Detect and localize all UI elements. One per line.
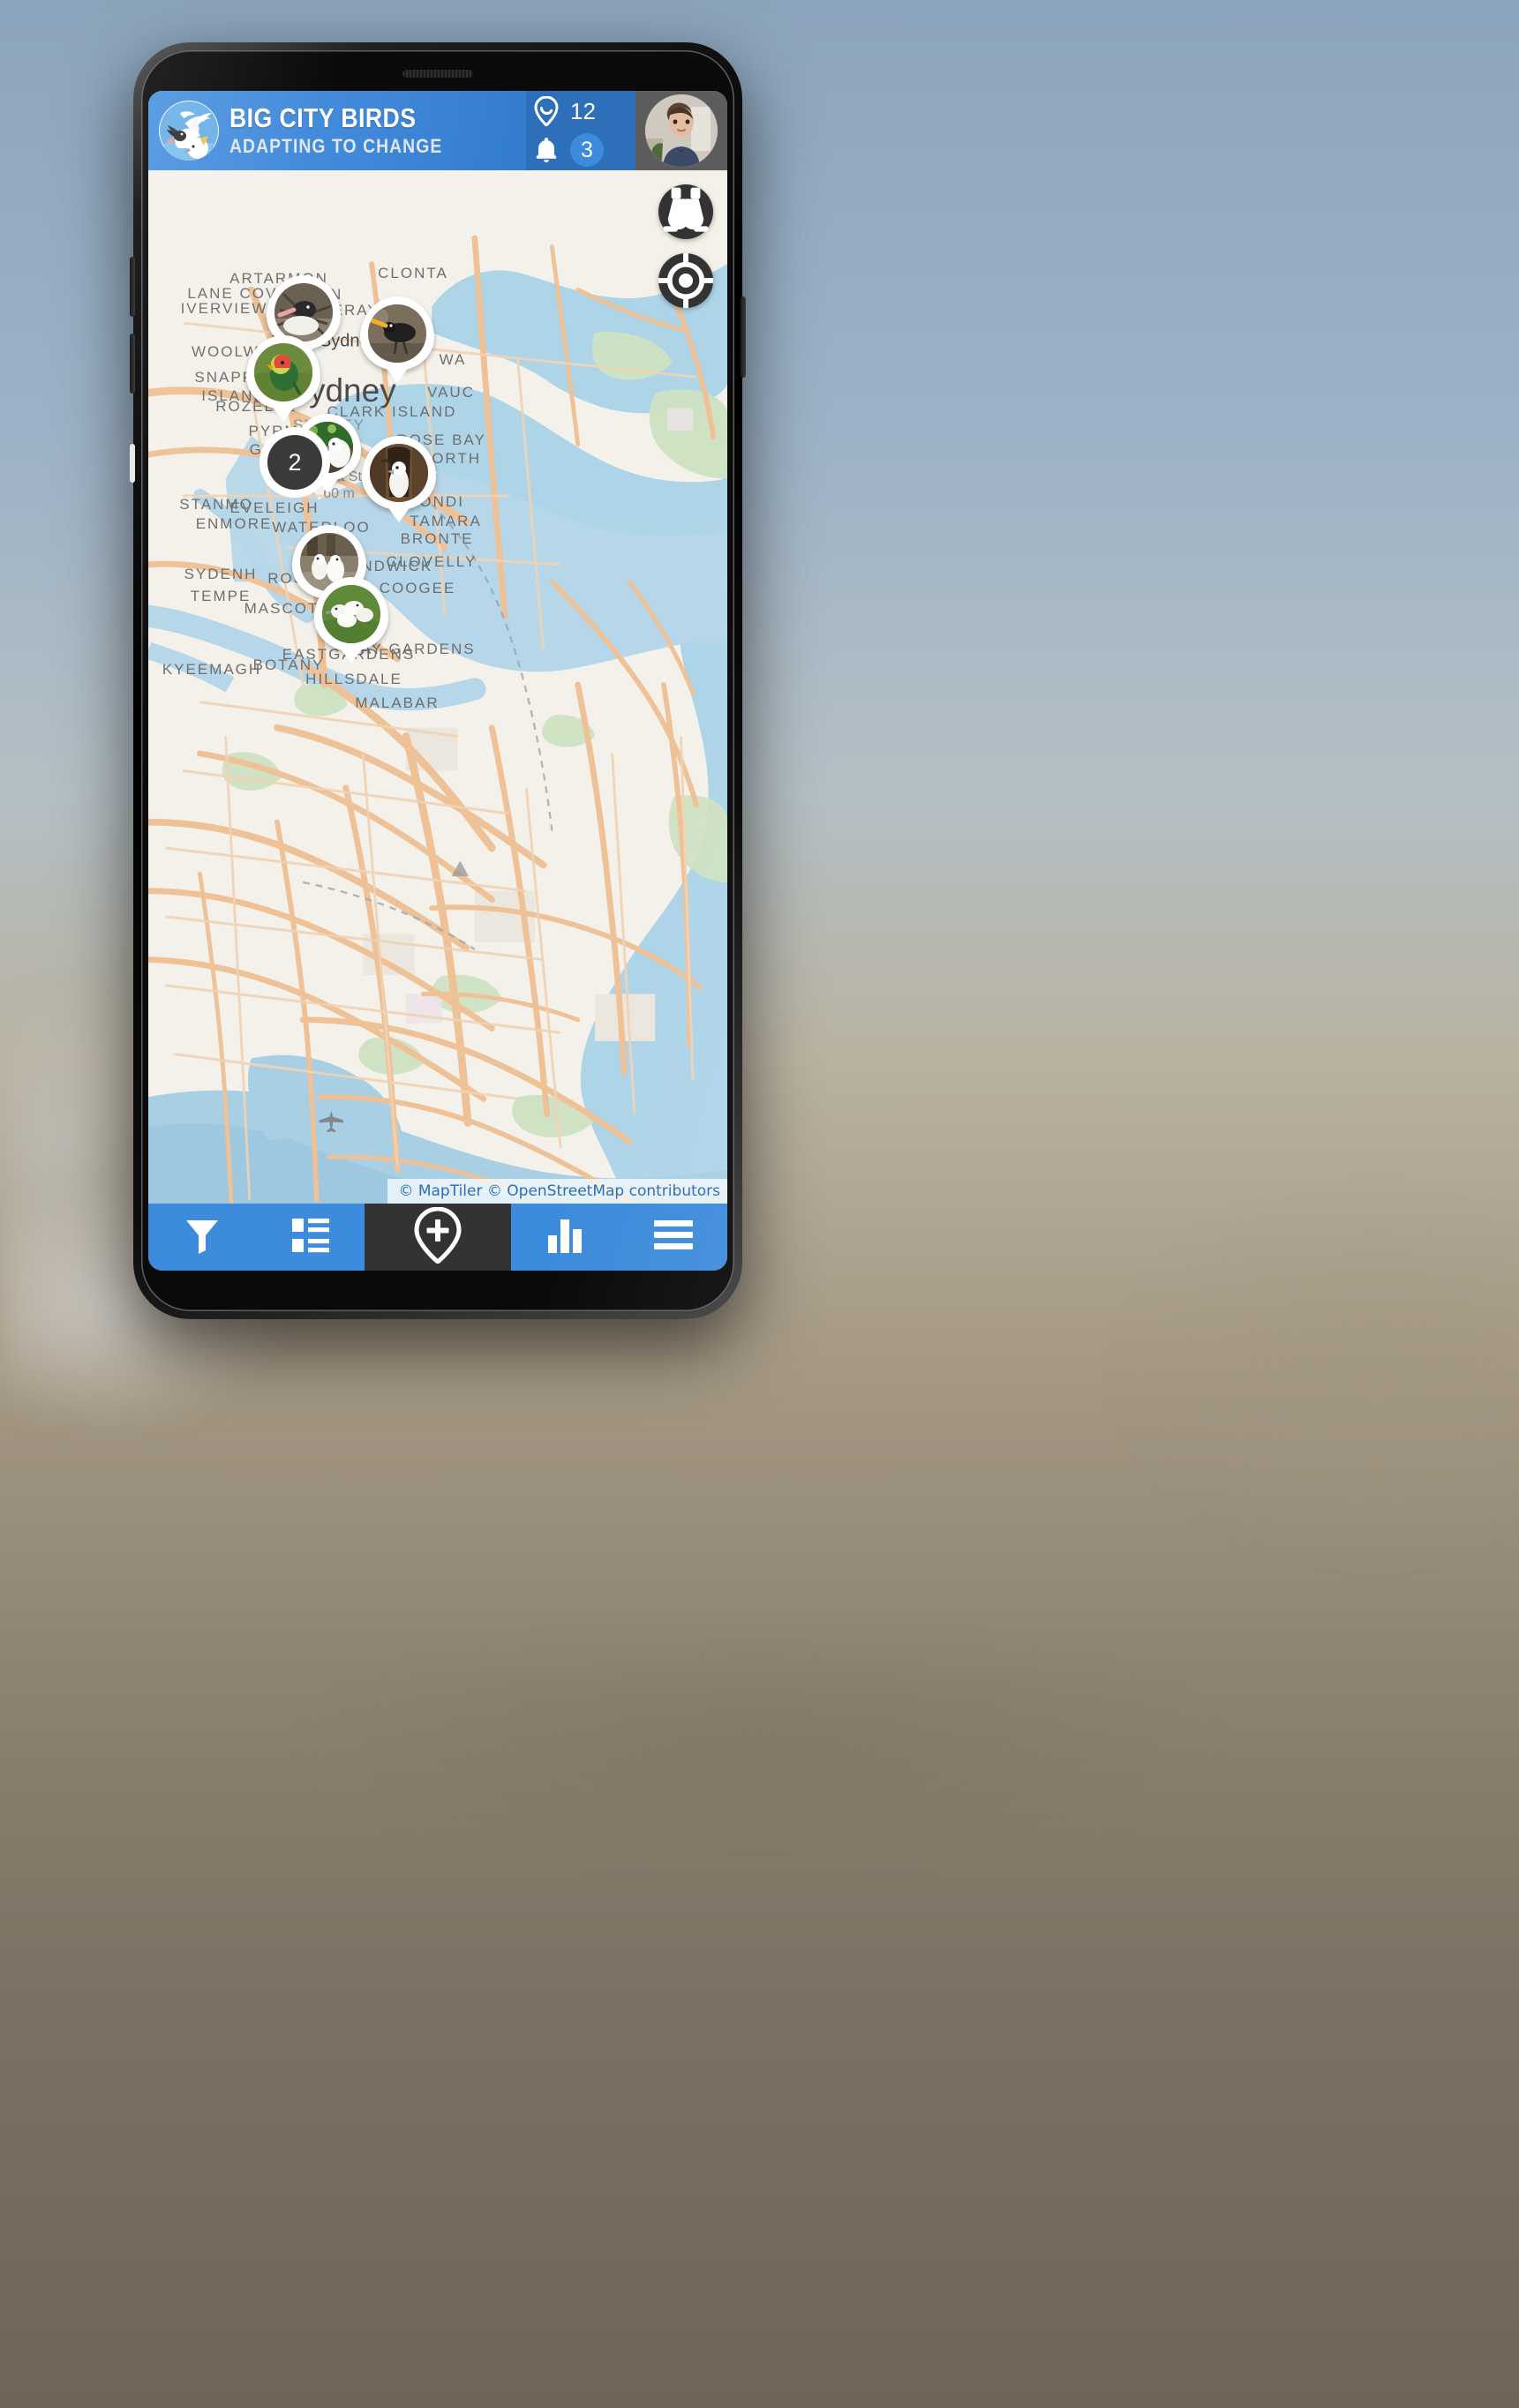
sighting-photo [368,304,426,363]
bird-flock-logo-icon [159,101,219,161]
sighting-marker[interactable] [246,335,320,409]
power-button[interactable] [741,296,746,378]
app-title: BIG CITY BIRDS [229,102,417,134]
map-view[interactable]: ARTARMON CLONTA LANE COVE RN IVERVIEW MM… [148,170,727,1204]
header-counters: 12 3 [526,91,635,170]
earpiece-speaker [402,70,473,78]
map-pin-icon [531,96,561,126]
bar-chart-icon [546,1218,583,1257]
bell-icon [531,136,561,164]
hamburger-menu-icon [653,1219,693,1255]
assistant-button[interactable] [130,444,135,483]
stats-button[interactable] [510,1204,620,1271]
app-header: BIG CITY BIRDS ADAPTING TO CHANGE 12 3 [148,91,727,170]
filter-funnel-icon [184,1217,220,1258]
list-grid-icon [291,1218,329,1257]
volume-up-button[interactable] [130,257,135,317]
avatar [645,94,718,167]
map-attribution[interactable]: © MapTiler © OpenStreetMap contributors [387,1179,727,1204]
add-record-button[interactable] [365,1204,511,1271]
app-subtitle: ADAPTING TO CHANGE [229,134,443,157]
map-labels: ARTARMON CLONTA LANE COVE RN IVERVIEW MM… [162,265,486,711]
cluster-count-badge[interactable]: 2 [267,435,322,490]
sighting-photo [370,444,428,502]
add-pin-icon [413,1205,462,1268]
sighting-photo [274,283,333,341]
menu-button[interactable] [619,1204,727,1271]
list-button[interactable] [256,1204,365,1271]
sighting-marker[interactable] [314,577,388,651]
notifications-badge: 3 [570,133,604,167]
sighting-marker[interactable] [360,296,434,371]
locate-me-button[interactable] [658,253,713,308]
filter-button[interactable] [148,1204,257,1271]
volume-down-button[interactable] [130,334,135,394]
app-title-block: BIG CITY BIRDS ADAPTING TO CHANGE [229,104,471,157]
binoculars-button[interactable] [658,184,713,239]
sighting-marker-cluster[interactable]: 2 [267,414,361,490]
phone-bezel: BIG CITY BIRDS ADAPTING TO CHANGE 12 3 A… [141,50,734,1311]
notifications-counter[interactable]: 3 [531,133,630,167]
sighting-photo [254,343,312,401]
sightings-counter[interactable]: 12 [531,94,630,128]
phone-screen: BIG CITY BIRDS ADAPTING TO CHANGE 12 3 A… [148,91,727,1271]
bottom-navigation [148,1204,727,1271]
sighting-marker[interactable] [362,436,436,510]
sightings-count: 12 [570,97,596,124]
cluster-count: 2 [288,448,302,476]
sighting-photo [322,585,380,643]
phone-device: BIG CITY BIRDS ADAPTING TO CHANGE 12 3 A… [130,42,746,1319]
profile-button[interactable] [635,91,727,170]
app-brand[interactable]: BIG CITY BIRDS ADAPTING TO CHANGE [148,91,526,170]
